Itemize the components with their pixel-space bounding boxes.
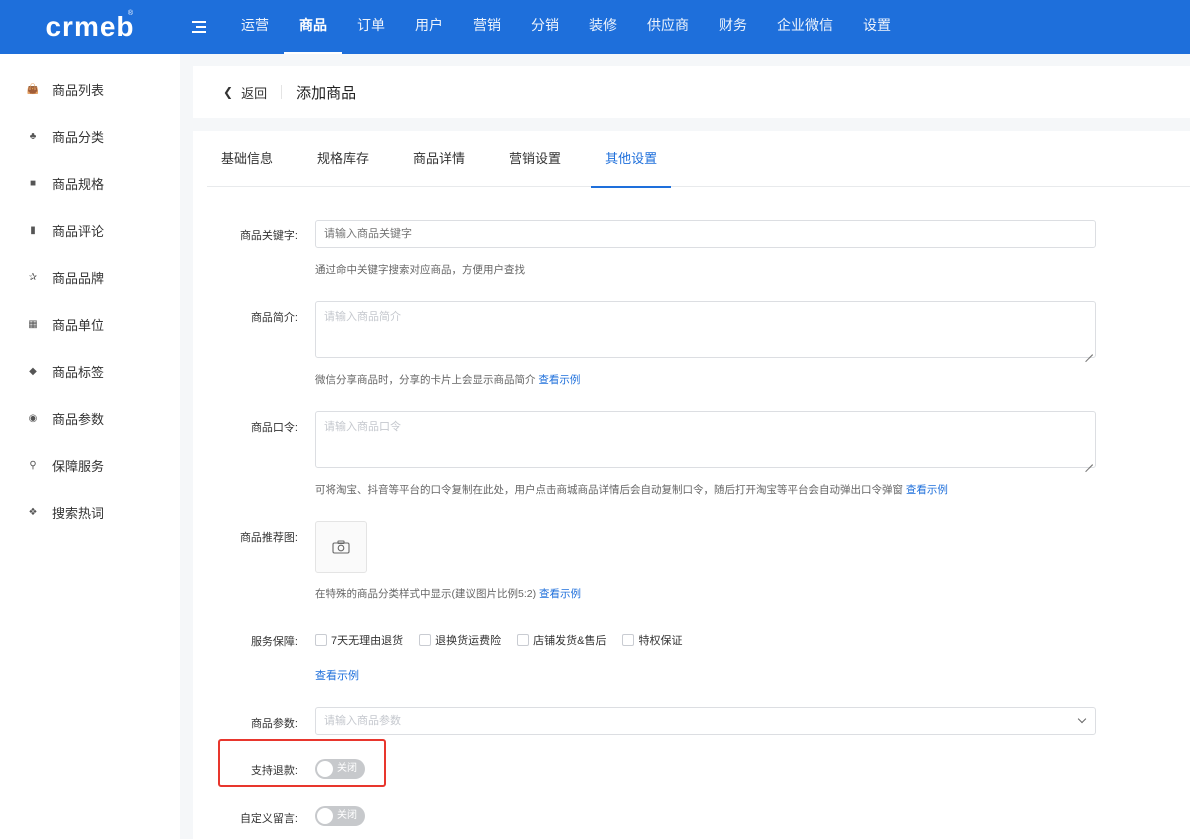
checkbox-box[interactable]: [517, 634, 530, 646]
checkbox-label: 店铺发货&售后: [533, 635, 607, 647]
service-checkbox[interactable]: 7天无理由退货: [315, 632, 403, 648]
top-bar: crmeb ® 运营 商品 订单 用户 营销 分销 装修 供应商 财务 企业微信 设置: [0, 0, 1190, 54]
top-nav: 运营 商品 订单 用户 营销 分销 装修 供应商 财务 企业微信 设置: [226, 0, 906, 54]
topnav-item[interactable]: 运营: [226, 0, 284, 54]
image-upload[interactable]: [315, 521, 367, 573]
params-select[interactable]: 请输入商品参数: [315, 707, 1096, 735]
comment-icon: ▮: [30, 225, 36, 236]
page-title: 添加商品: [296, 84, 357, 102]
divider: [281, 85, 283, 99]
cluster-icon: ♣: [29, 131, 37, 142]
service-checkbox-group: 7天无理由退货 退换货运费险 店铺发货&售后 特权保证: [315, 632, 698, 648]
grid-icon: ▦: [28, 319, 38, 330]
topnav-item[interactable]: 装修: [574, 0, 632, 54]
checkbox-label: 退换货运费险: [435, 635, 502, 647]
service-checkbox[interactable]: 店铺发货&售后: [517, 632, 606, 648]
form-tab[interactable]: 基础信息: [207, 131, 287, 187]
sidebar-item-label: 商品单位: [52, 318, 105, 333]
sidebar-item-label: 商品品牌: [52, 271, 105, 286]
sidebar-item[interactable]: ■ 商品规格: [0, 160, 180, 207]
recommend-image-label: 商品推荐图:: [239, 532, 298, 544]
sidebar: 👜 商品列表 ♣ 商品分类 ■ 商品规格 ▮ 商品评论 ✰ 商品品牌 ▦ 商品单位 ◆ 商品标签 ◉ 商品参数…: [0, 54, 180, 839]
basket-icon: 👜: [26, 84, 40, 95]
resize-handle-icon[interactable]: [1085, 457, 1093, 465]
sidebar-item[interactable]: ◉ 商品参数: [0, 395, 180, 442]
params-label: 商品参数:: [250, 718, 298, 730]
topnav-item[interactable]: 营销: [458, 0, 516, 54]
camera-icon: [332, 540, 350, 554]
topnav-item[interactable]: 订单: [342, 0, 400, 54]
sidebar-item-label: 商品规格: [52, 177, 105, 192]
form-tab[interactable]: 营销设置: [495, 131, 575, 187]
intro-label: 商品简介:: [250, 312, 298, 324]
intro-textarea[interactable]: 请输入商品简介: [315, 301, 1096, 358]
checkbox-label: 7天无理由退货: [331, 635, 404, 647]
topnav-item[interactable]: 供应商: [632, 0, 704, 54]
chevron-left-icon: ❮: [223, 85, 234, 99]
topnav-item[interactable]: 财务: [704, 0, 762, 54]
command-example-link[interactable]: 查看示例: [906, 484, 948, 496]
sidebar-item[interactable]: ♣ 商品分类: [0, 113, 180, 160]
recommend-image-help: 在特殊的商品分类样式中显示(建议图片比例5:2) 查看示例: [315, 588, 582, 600]
form-tab[interactable]: 规格库存: [303, 131, 383, 187]
service-checkbox[interactable]: 特权保证: [622, 632, 682, 648]
chevron-down-icon: [1077, 714, 1087, 724]
menu-collapse-icon[interactable]: [192, 21, 206, 33]
sidebar-item-label: 商品分类: [52, 130, 105, 145]
checkbox-box[interactable]: [315, 634, 327, 646]
back-button[interactable]: ❮ 返回: [223, 83, 267, 102]
topnav-item[interactable]: 设置: [848, 0, 906, 54]
topnav-item[interactable]: 分销: [516, 0, 574, 54]
custom-message-switch[interactable]: 关闭: [315, 806, 365, 826]
topnav-item[interactable]: 商品: [284, 0, 342, 54]
sidebar-item[interactable]: ▮ 商品评论: [0, 207, 180, 254]
custom-message-label: 自定义留言:: [239, 813, 298, 825]
sidebar-item-label: 商品标签: [52, 365, 105, 380]
sidebar-item-label: 保障服务: [52, 459, 105, 474]
service-checkbox[interactable]: 退换货运费险: [419, 632, 501, 648]
checkbox-label: 特权保证: [638, 635, 683, 647]
recommend-image-example-link[interactable]: 查看示例: [539, 588, 581, 600]
checkbox-box[interactable]: [419, 634, 432, 646]
brand-logo[interactable]: crmeb ®: [0, 0, 180, 54]
switch-knob: [317, 808, 333, 824]
sidebar-item[interactable]: ❖ 搜索热词: [0, 489, 180, 536]
sidebar-item[interactable]: 👜 商品列表: [0, 66, 180, 113]
form-tabs: 基础信息 规格库存 商品详情 营销设置 其他设置: [207, 131, 1190, 188]
form-tab[interactable]: 商品详情: [399, 131, 479, 187]
sidebar-item[interactable]: ⚲ 保障服务: [0, 442, 180, 489]
checkbox-box[interactable]: [622, 634, 635, 646]
sidebar-item-label: 搜索热词: [52, 506, 105, 521]
command-help: 可将淘宝、抖音等平台的口令复制在此处，用户点击商城商品详情后会自动复制口令，随后…: [315, 484, 948, 496]
command-textarea[interactable]: 请输入商品口令: [315, 411, 1096, 468]
registered-mark: ®: [127, 10, 134, 17]
cube-icon: ■: [29, 178, 37, 189]
keyword-help: 通过命中关键字搜索对应商品，方便用户查找: [315, 264, 525, 276]
sidebar-item-label: 商品列表: [52, 83, 105, 98]
command-label: 商品口令:: [250, 422, 298, 434]
service-example-link[interactable]: 查看示例: [315, 667, 359, 683]
sidebar-item[interactable]: ▦ 商品单位: [0, 301, 180, 348]
resize-handle-icon[interactable]: [1085, 347, 1093, 355]
topnav-item[interactable]: 用户: [400, 0, 458, 54]
sidebar-item[interactable]: ◆ 商品标签: [0, 348, 180, 395]
topnav-item[interactable]: 企业微信: [762, 0, 848, 54]
highlight-annotation: [218, 739, 386, 787]
tag-icon: ◆: [29, 366, 37, 377]
keyword-label: 商品关键字:: [239, 230, 298, 242]
form-tab[interactable]: 其他设置: [591, 131, 672, 188]
intro-help: 微信分享商品时，分享的卡片上会显示商品简介 查看示例: [315, 374, 581, 386]
sidebar-item[interactable]: ✰ 商品品牌: [0, 254, 180, 301]
service-label: 服务保障:: [250, 636, 298, 648]
page-header: ❮ 返回 添加商品: [193, 66, 1190, 118]
sidebar-item-label: 商品评论: [52, 224, 105, 239]
globe-icon: ❖: [28, 507, 38, 518]
person-icon: ⚲: [29, 460, 37, 471]
sidebar-item-label: 商品参数: [52, 412, 105, 427]
brand-icon: ✰: [28, 272, 38, 283]
keyword-input[interactable]: [315, 220, 1096, 248]
eye-icon: ◉: [28, 413, 38, 424]
intro-example-link[interactable]: 查看示例: [538, 374, 580, 386]
